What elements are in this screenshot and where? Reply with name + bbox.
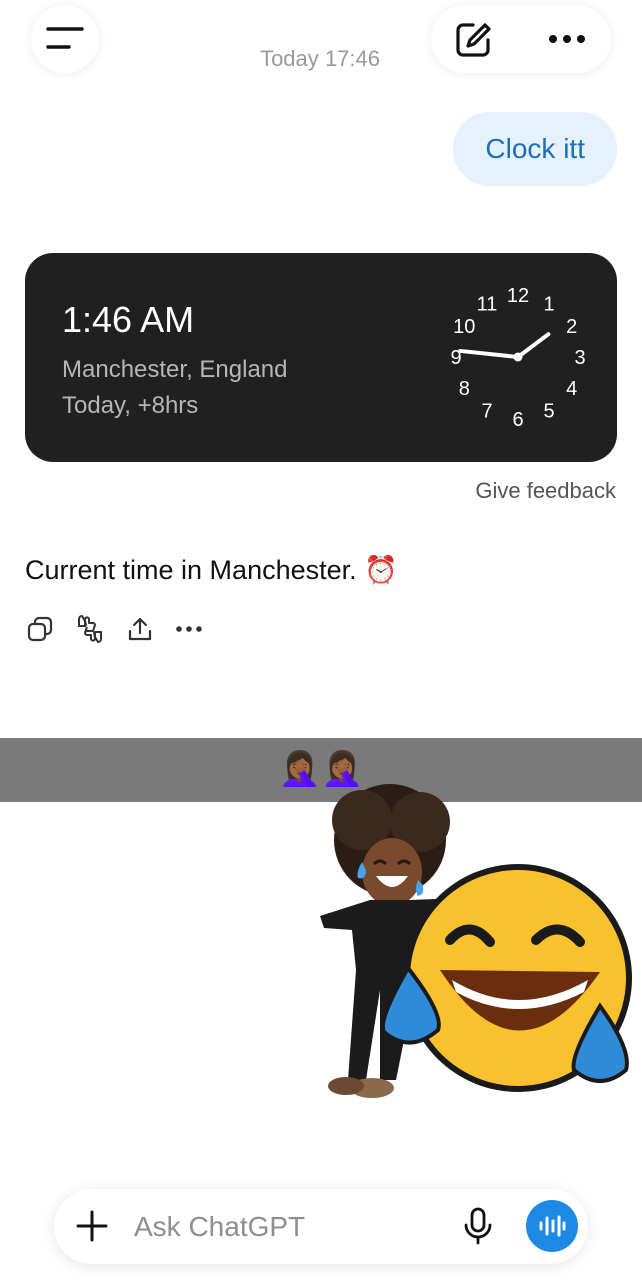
share-icon [128, 617, 152, 641]
clock-center [513, 352, 523, 362]
composer-bar [54, 1189, 588, 1264]
ellipsis-icon [176, 626, 202, 632]
clock-widget[interactable]: 1:46 AM Manchester, England Today, +8hrs… [25, 253, 617, 462]
message-input[interactable] [132, 1205, 436, 1249]
share-button[interactable] [125, 614, 155, 644]
give-feedback-link[interactable]: Give feedback [475, 478, 616, 504]
voice-mode-button[interactable] [526, 1200, 578, 1252]
thumbs-icon [78, 614, 102, 644]
feedback-thumbs-button[interactable] [75, 614, 105, 644]
dial-number: 7 [481, 401, 492, 423]
dial-number: 3 [574, 347, 585, 369]
ellipsis-icon [549, 35, 585, 43]
laughing-sticker [320, 784, 632, 1098]
conversation-timestamp: Today 17:46 [260, 46, 380, 71]
minute-hand [458, 348, 520, 359]
menu-icon [46, 27, 84, 49]
dial-number: 1 [543, 293, 554, 315]
copy-button[interactable] [25, 614, 55, 644]
hour-hand [516, 332, 551, 359]
attach-button[interactable] [72, 1205, 112, 1247]
user-message-bubble: Clock itt [453, 112, 617, 186]
compose-icon [456, 23, 491, 57]
copy-icon [27, 616, 53, 642]
dial-number: 4 [566, 378, 577, 400]
dial-number: 5 [543, 401, 554, 423]
dial-number: 2 [566, 316, 577, 338]
more-options-button[interactable] [545, 25, 589, 53]
clock-offset: Today, +8hrs [62, 392, 199, 419]
clock-location: Manchester, England [62, 356, 288, 383]
dial-number: 11 [477, 293, 498, 315]
waveform-icon [539, 1215, 566, 1237]
microphone-icon [464, 1207, 492, 1245]
new-chat-button[interactable] [451, 18, 495, 62]
analog-clock: 12 1234567891011 [450, 285, 585, 431]
clock-time: 1:46 AM [62, 299, 195, 340]
dial-number: 6 [512, 409, 523, 431]
dial-number: 12 [507, 285, 529, 307]
more-actions-button[interactable] [174, 614, 204, 644]
sidebar-menu-button[interactable] [31, 5, 99, 73]
plus-icon [76, 1210, 108, 1242]
dial-number: 10 [453, 316, 475, 338]
assistant-message: Current time in Manchester. ⏰ [25, 555, 398, 585]
header-actions [431, 5, 611, 73]
dictation-button[interactable] [460, 1205, 496, 1247]
avatar-face [362, 838, 422, 906]
dial-number: 8 [459, 378, 470, 400]
